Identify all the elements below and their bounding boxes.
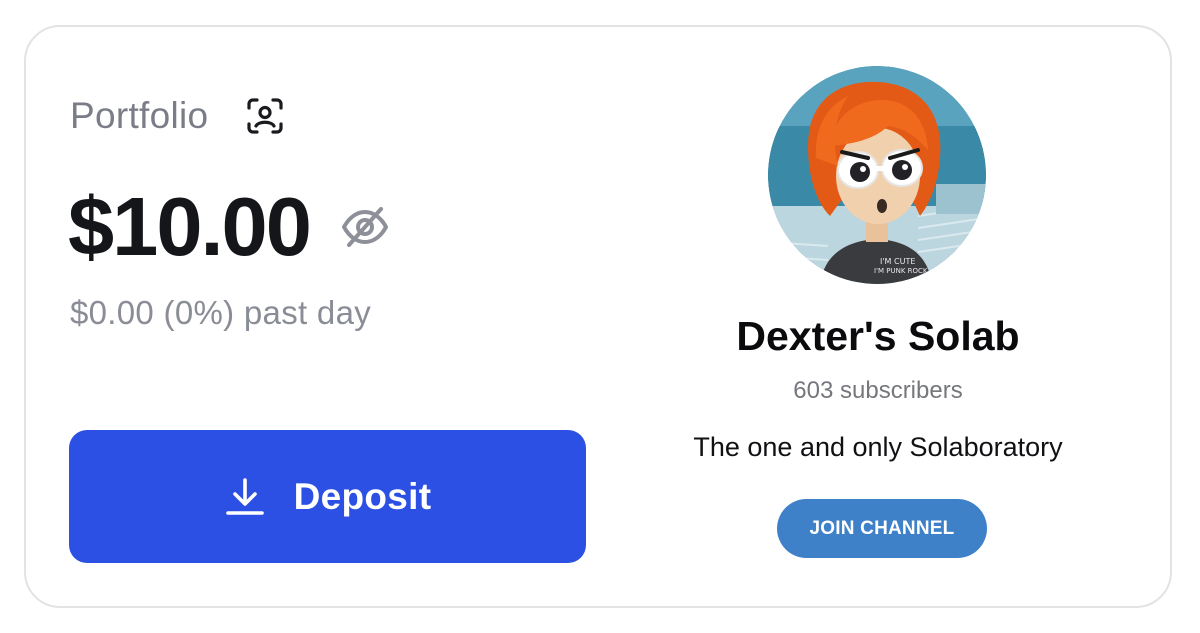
balance-row: $10.00 (68, 185, 390, 268)
face-id-icon[interactable] (246, 97, 284, 135)
balance-amount: $10.00 (68, 180, 312, 273)
deposit-label: Deposit (293, 475, 432, 517)
svg-text:I'M PUNK ROCK: I'M PUNK ROCK (874, 267, 928, 275)
channel-name: Dexter's Solab (736, 313, 1020, 359)
portfolio-label: Portfolio (70, 95, 209, 136)
join-channel-button[interactable]: JOIN CHANNEL (777, 499, 987, 558)
avatar-image[interactable]: I'M CUTE I'M PUNK ROCK (768, 66, 986, 284)
daily-change-text: $0.00 (0%) past day (70, 294, 372, 331)
channel-description: The one and only Solaboratory (693, 432, 1063, 462)
download-icon (225, 477, 264, 515)
portfolio-header: Portfolio (70, 95, 284, 137)
eye-off-icon[interactable] (340, 205, 390, 249)
svg-text:I'M CUTE: I'M CUTE (880, 257, 915, 266)
deposit-button[interactable]: Deposit (69, 430, 586, 563)
subscriber-count: 603 subscribers (793, 377, 963, 404)
